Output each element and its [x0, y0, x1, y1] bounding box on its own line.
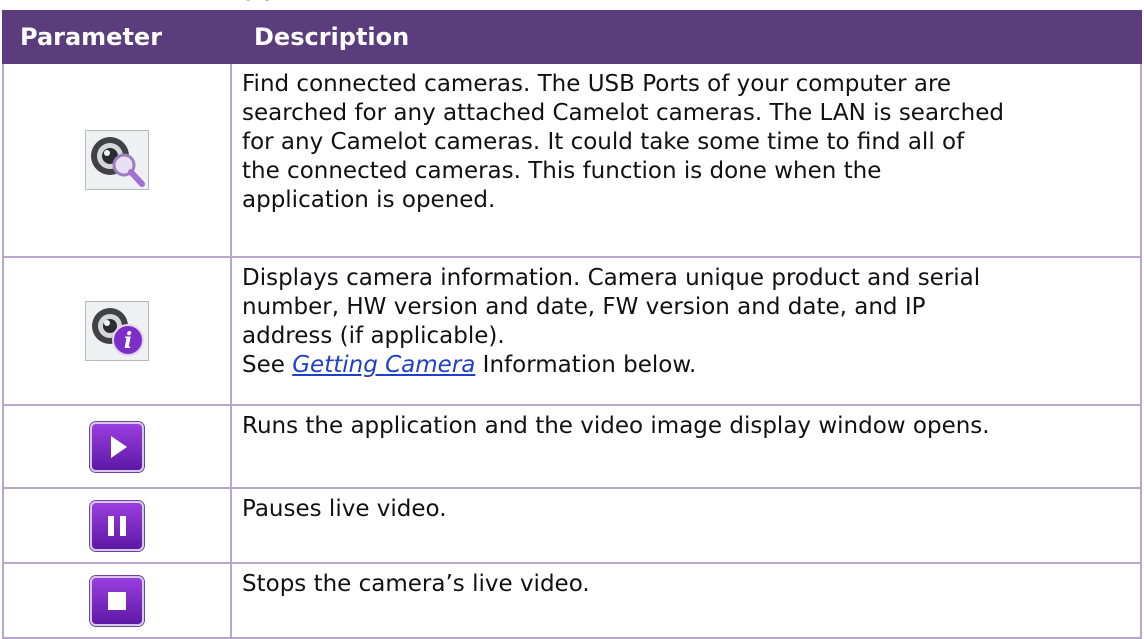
description-line: for any Camelot cameras. It could take s…	[242, 129, 965, 155]
see-suffix: Information below.	[475, 352, 697, 378]
description-text: Stops the camera’s live video.	[242, 571, 590, 597]
getting-camera-link[interactable]: Getting Camera	[292, 352, 475, 378]
cropped-text-fragment	[246, 0, 270, 1]
table-row: Stops the camera’s live video.	[2, 562, 1142, 639]
table-header-row: Parameter Description	[2, 10, 1142, 64]
camera-info-icon[interactable]: i	[85, 301, 149, 361]
description-line: searched for any attached Camelot camera…	[242, 100, 1004, 126]
description-line: number, HW version and date, FW version …	[242, 294, 926, 320]
parameter-cell	[2, 62, 232, 258]
table-row: Runs the application and the video image…	[2, 404, 1142, 489]
table-row: Pauses live video.	[2, 487, 1142, 564]
description-line: the connected cameras. This function is …	[242, 158, 882, 184]
description-cell: Runs the application and the video image…	[230, 404, 1142, 489]
play-icon[interactable]	[90, 421, 144, 472]
table-row: i Displays camera information. Camera un…	[2, 256, 1142, 406]
page-top-strip	[0, 0, 1144, 10]
see-prefix: See	[242, 352, 293, 378]
see-line: See Getting Camera Information below.	[242, 351, 1130, 380]
description-cell: Find connected cameras. The USB Ports of…	[230, 62, 1142, 258]
pause-icon[interactable]	[90, 500, 144, 551]
description-column-header: Description	[230, 10, 1142, 64]
description-line: Find connected cameras. The USB Ports of…	[242, 71, 952, 97]
description-text: Pauses live video.	[242, 496, 447, 522]
description-cell: Pauses live video.	[230, 487, 1142, 564]
toolbar-buttons-table: Parameter Description Find connected cam…	[2, 10, 1142, 639]
parameter-cell	[2, 404, 232, 489]
description-line: application is opened.	[242, 187, 496, 213]
svg-text:i: i	[124, 328, 132, 354]
parameter-cell	[2, 487, 232, 564]
description-cell: Stops the camera’s live video.	[230, 562, 1142, 639]
parameter-cell: i	[2, 256, 232, 406]
description-line: address (if applicable).	[242, 323, 505, 349]
description-line: Displays camera information. Camera uniq…	[242, 265, 981, 291]
stop-icon[interactable]	[90, 575, 144, 626]
description-cell: Displays camera information. Camera uniq…	[230, 256, 1142, 406]
parameter-column-header: Parameter	[2, 10, 232, 64]
description-text: Runs the application and the video image…	[242, 413, 990, 439]
table-row: Find connected cameras. The USB Ports of…	[2, 62, 1142, 258]
parameter-cell	[2, 562, 232, 639]
find-cameras-icon[interactable]	[85, 130, 149, 190]
